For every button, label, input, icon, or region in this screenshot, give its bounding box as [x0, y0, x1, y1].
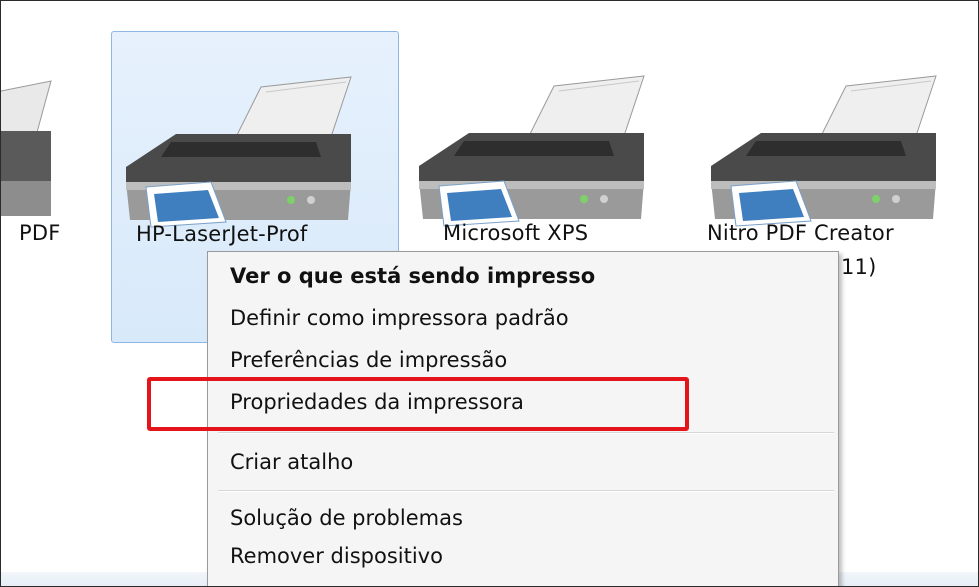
- printer-icon: [711, 75, 937, 227]
- device-pdf[interactable]: PDF: [1, 31, 101, 341]
- device-label: Nitro PDF Creator: [707, 221, 894, 245]
- menu-item-set-default[interactable]: Definir como impressora padrão: [230, 306, 569, 330]
- menu-separator: [218, 490, 834, 492]
- menu-item-see-printing[interactable]: Ver o que está sendo impresso: [230, 264, 595, 288]
- menu-item-remove-device[interactable]: Remover dispositivo: [230, 544, 443, 568]
- menu-item-printing-preferences[interactable]: Preferências de impressão: [230, 348, 507, 372]
- printer-icon: [419, 75, 645, 227]
- menu-separator: [218, 432, 834, 434]
- device-label: PDF: [19, 221, 61, 245]
- printer-icon: [126, 76, 352, 228]
- device-label-line2: 11): [841, 255, 877, 279]
- menu-item-create-shortcut[interactable]: Criar atalho: [230, 450, 353, 474]
- devices-and-printers-window: PDF HP-LaserJet-Prof Microsoft XPS Nitro…: [0, 0, 979, 587]
- device-label: HP-LaserJet-Prof: [136, 222, 308, 246]
- annotation-highlight-box: [147, 377, 689, 431]
- printer-icon: [1, 80, 52, 216]
- menu-item-troubleshoot[interactable]: Solução de problemas: [230, 506, 463, 530]
- device-label: Microsoft XPS: [443, 221, 589, 245]
